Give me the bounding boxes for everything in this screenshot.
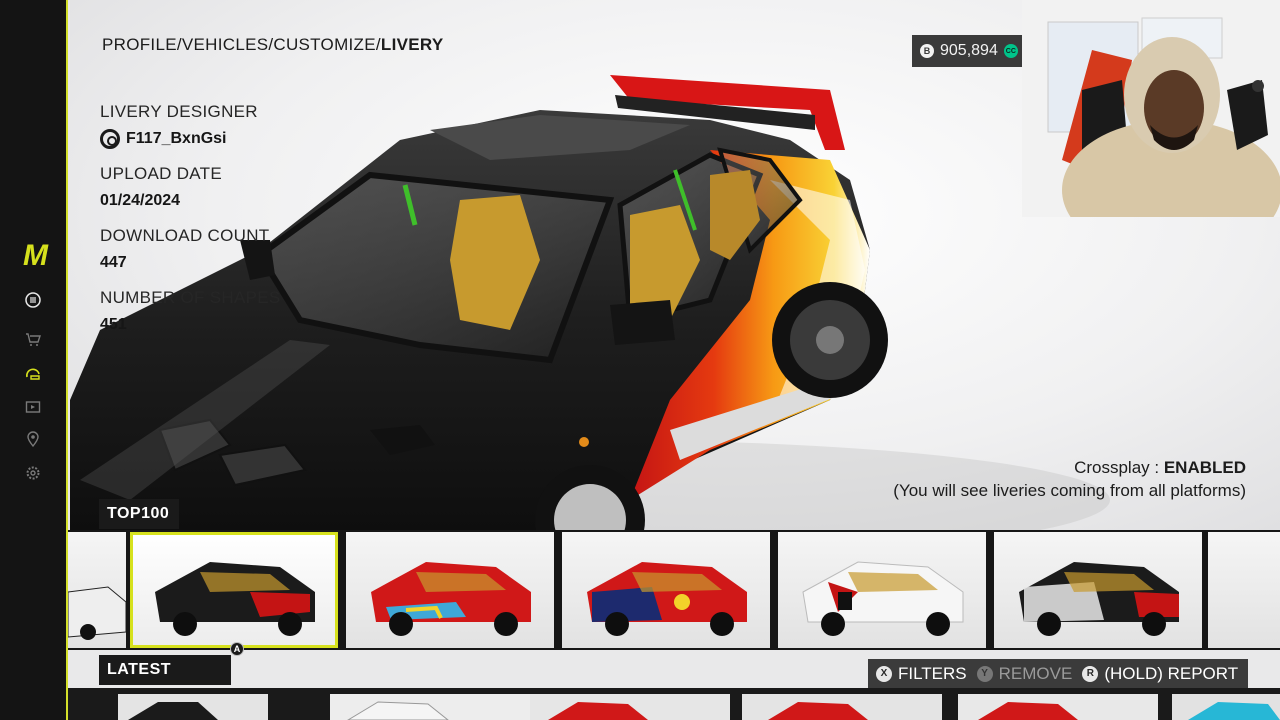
download-count-value: 447 xyxy=(100,254,127,271)
livery-thumb-selected[interactable] xyxy=(130,532,338,648)
select-button-glyph: A xyxy=(230,642,244,656)
y-button-icon: Y xyxy=(976,665,993,682)
livery-thumb[interactable] xyxy=(68,532,126,648)
designer-label: LIVERY DESIGNER xyxy=(100,102,258,121)
video-icon[interactable] xyxy=(24,398,42,416)
upload-date-value: 01/24/2024 xyxy=(100,192,181,209)
upload-date-label: UPLOAD DATE xyxy=(100,164,223,183)
livery-thumb[interactable] xyxy=(562,532,770,648)
x-button-icon: X xyxy=(876,665,892,682)
bucks-coin-icon: B xyxy=(920,44,934,58)
webcam-image xyxy=(1022,0,1280,217)
cart-icon[interactable] xyxy=(24,330,42,348)
r-button-icon: R xyxy=(1082,665,1099,682)
motorfest-logo: M xyxy=(23,239,48,272)
currency-display: B 905,894 CC xyxy=(912,35,1024,67)
action-bar: X FILTERS Y REMOVE R (HOLD) REPORT xyxy=(868,659,1248,688)
filters-button[interactable]: X FILTERS xyxy=(876,664,967,684)
sidebar: M xyxy=(0,0,68,720)
breadcrumb: PROFILE/VEHICLES/CUSTOMIZE/LIVERY xyxy=(102,35,443,55)
map-pin-icon[interactable] xyxy=(24,430,42,448)
latest-row xyxy=(68,688,1280,720)
crew-credits-icon: CC xyxy=(1003,44,1018,58)
currency-amount: 905,894 xyxy=(940,42,998,59)
filters-label: FILTERS xyxy=(898,663,967,683)
streamer-webcam xyxy=(1022,0,1280,217)
report-button[interactable]: R (HOLD) REPORT xyxy=(1082,664,1238,684)
crossplay-label: Crossplay : xyxy=(1074,458,1164,477)
ubisoft-icon xyxy=(100,129,120,149)
latest-row-label: LATEST xyxy=(99,655,231,685)
top100-row-label: TOP100 xyxy=(99,499,179,529)
top100-row xyxy=(68,530,1280,650)
livery-thumb[interactable] xyxy=(346,532,554,648)
livery-thumb[interactable] xyxy=(1208,532,1280,648)
livery-info-panel: LIVERY DESIGNER F117_BxnGsi UPLOAD DATE … xyxy=(100,102,330,350)
designer-value[interactable]: F117_BxnGsi xyxy=(100,128,330,150)
crossplay-note: (You will see liveries coming from all p… xyxy=(893,481,1246,500)
breadcrumb-path: PROFILE/VEHICLES/CUSTOMIZE/ xyxy=(102,35,381,54)
crossplay-status: ENABLED xyxy=(1163,458,1246,477)
shapes-count-value: 451 xyxy=(100,316,127,333)
garage-icon[interactable] xyxy=(24,364,42,382)
remove-button[interactable]: Y REMOVE xyxy=(976,663,1073,684)
settings-icon[interactable] xyxy=(24,464,42,482)
livery-thumb[interactable] xyxy=(994,532,1202,648)
report-label: (HOLD) REPORT xyxy=(1104,663,1239,683)
breadcrumb-current: LIVERY xyxy=(380,35,444,54)
remove-label: REMOVE xyxy=(998,663,1073,683)
shapes-count-label: NUMBER OF SHAPES xyxy=(100,288,281,307)
download-count-label: DOWNLOAD COUNT xyxy=(100,226,270,245)
menu-icon[interactable] xyxy=(24,291,42,309)
livery-thumb[interactable] xyxy=(778,532,986,648)
crossplay-notice: Crossplay : ENABLED (You will see liveri… xyxy=(893,456,1246,502)
designer-name: F117_BxnGsi xyxy=(126,130,227,147)
